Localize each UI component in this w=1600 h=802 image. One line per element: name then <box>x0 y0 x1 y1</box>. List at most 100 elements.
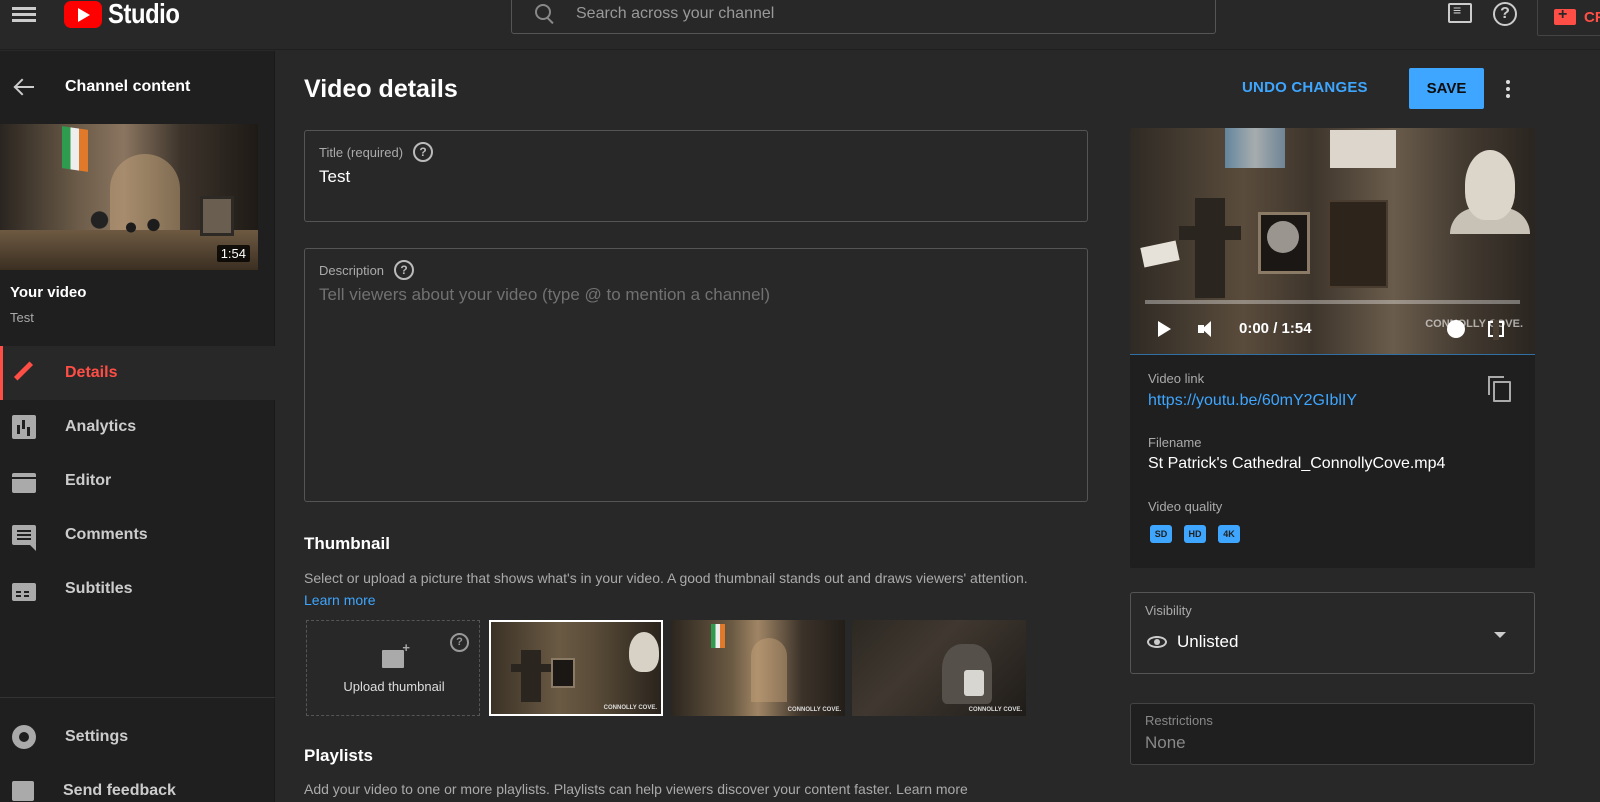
feedback-icon <box>12 781 34 801</box>
player-tablet <box>1330 130 1396 168</box>
add-image-icon <box>382 640 410 668</box>
volume-icon[interactable] <box>1198 320 1220 338</box>
title-field-label: Title (required) ? <box>319 142 434 162</box>
sidebar-item-label: Send feedback <box>63 782 176 799</box>
progress-bar[interactable] <box>1145 300 1520 304</box>
search-bar[interactable] <box>511 0 1216 34</box>
menu-icon[interactable] <box>12 5 36 25</box>
description-field[interactable]: Description ? Tell viewers about your vi… <box>304 248 1088 502</box>
sidebar-item-label: Comments <box>65 526 148 543</box>
sidebar-nav: Details Analytics Editor Comments Subtit… <box>0 346 275 616</box>
thumbnail-bust <box>629 632 659 672</box>
undo-changes-button[interactable]: UNDO CHANGES <box>1242 79 1368 96</box>
player-medallion <box>1267 221 1299 253</box>
settings-icon[interactable] <box>1447 320 1465 338</box>
studio-logo[interactable]: Studio <box>64 0 192 29</box>
description-label-text: Description <box>319 262 385 278</box>
upload-thumbnail-label: Upload thumbnail <box>343 679 445 694</box>
sidebar-divider <box>0 697 275 698</box>
description-field-label: Description ? <box>319 260 415 280</box>
eye-icon <box>1147 636 1167 648</box>
video-link[interactable]: https://youtu.be/60mY2GIblIY <box>1148 392 1357 410</box>
main-content: Video details UNDO CHANGES SAVE Title (r… <box>275 51 1600 802</box>
visibility-dropdown[interactable]: Visibility Unlisted <box>1130 592 1535 674</box>
help-icon[interactable]: ? <box>1493 2 1517 26</box>
sidebar-item-send-feedback[interactable]: Send feedback <box>0 764 275 802</box>
thumbnail-watermark: CONNOLLY COVE. <box>787 707 841 713</box>
video-duration: 1:54 <box>216 245 250 262</box>
thumbnail-watermark: CONNOLLY COVE. <box>603 705 657 711</box>
play-icon[interactable] <box>1158 321 1171 337</box>
video-link-label: Video link <box>1148 371 1205 386</box>
back-arrow-icon[interactable] <box>14 77 34 97</box>
player-plaque-dark <box>1328 200 1388 288</box>
description-input[interactable]: Tell viewers about your video (type @ to… <box>319 285 770 305</box>
player-bust <box>1465 150 1515 220</box>
thumbnail-bag <box>964 670 984 696</box>
gear-icon <box>12 725 36 749</box>
sidebar-item-label: Settings <box>65 728 129 745</box>
player-time: 0:00 / 1:54 <box>1239 320 1312 337</box>
filename: St Patrick's Cathedral_ConnollyCove.mp4 <box>1148 455 1446 472</box>
sidebar-item-settings[interactable]: Settings <box>0 710 275 764</box>
visibility-value: Unlisted <box>1177 632 1239 651</box>
restrictions-label: Restrictions <box>1145 713 1213 728</box>
thumbnail-option-3[interactable]: CONNOLLY COVE. <box>852 620 1026 716</box>
thumbnail-option-2[interactable]: CONNOLLY COVE. <box>671 620 845 716</box>
upload-thumbnail-button[interactable]: Upload thumbnail ? <box>306 620 480 716</box>
top-bar: Studio ? CR <box>0 0 1600 50</box>
video-player[interactable]: 0:00 / 1:54 CONNOLLY COVE. <box>1130 128 1535 354</box>
sidebar-item-analytics[interactable]: Analytics <box>0 400 275 454</box>
thumbnail-plaque <box>551 658 575 688</box>
thumbnail-option-1[interactable]: CONNOLLY COVE. <box>489 620 663 716</box>
sd-badge: SD <box>1150 525 1172 543</box>
player-watermark: CONNOLLY COVE. <box>1425 318 1523 330</box>
hd-badge: HD <box>1184 525 1206 543</box>
thumbnail-flag <box>62 126 88 172</box>
sidebar-item-details[interactable]: Details <box>0 346 275 400</box>
thumbnail-flag <box>711 624 725 648</box>
analytics-icon <box>12 415 36 439</box>
search-input[interactable] <box>576 5 1176 23</box>
sidebar-item-editor[interactable]: Editor <box>0 454 275 508</box>
feedback-icon[interactable] <box>1446 2 1472 26</box>
copy-icon[interactable] <box>1488 376 1511 402</box>
page-title: Video details <box>304 75 458 103</box>
youtube-play-icon <box>64 0 102 28</box>
title-input[interactable]: Test <box>319 167 350 187</box>
video-camera-icon <box>1554 6 1576 25</box>
more-options-icon[interactable] <box>1505 79 1511 99</box>
back-to-channel-content[interactable]: Channel content <box>0 69 275 105</box>
title-field[interactable]: Title (required) ? Test <box>304 130 1088 222</box>
player-cross <box>1179 198 1241 298</box>
video-thumbnail[interactable]: 1:54 <box>0 124 258 270</box>
video-preview-card: 0:00 / 1:54 CONNOLLY COVE. Video link ht… <box>1130 128 1535 568</box>
restrictions-value: None <box>1145 733 1186 752</box>
thumbnail-watermark: CONNOLLY COVE. <box>968 707 1022 713</box>
sidebar-item-label: Editor <box>65 472 112 489</box>
video-title: Test <box>10 310 34 325</box>
create-button[interactable]: CR <box>1537 0 1600 36</box>
sidebar-item-subtitles[interactable]: Subtitles <box>0 562 275 616</box>
help-icon[interactable]: ? <box>394 260 415 280</box>
quality-badges: SD HD 4K <box>1150 525 1240 543</box>
4k-badge: 4K <box>1218 525 1240 543</box>
playlists-description: Add your video to one or more playlists.… <box>304 781 968 797</box>
logo-text: Studio <box>108 0 180 29</box>
help-icon[interactable]: ? <box>450 633 469 652</box>
learn-more-link[interactable]: Learn more <box>304 592 376 608</box>
thumbnail-arch <box>751 638 787 702</box>
save-button[interactable]: SAVE <box>1409 68 1484 109</box>
comments-icon <box>12 525 36 551</box>
sidebar-item-label: Analytics <box>65 418 137 435</box>
sidebar-item-comments[interactable]: Comments <box>0 508 275 562</box>
help-icon[interactable]: ? <box>413 142 434 162</box>
search-icon[interactable] <box>534 3 556 25</box>
subtitles-icon <box>12 583 36 601</box>
fullscreen-icon[interactable] <box>1488 320 1504 340</box>
sidebar: Channel content 1:54 Your video Test Det… <box>0 51 275 802</box>
editor-icon <box>12 473 36 493</box>
create-label: CR <box>1584 8 1600 26</box>
chevron-down-icon <box>1494 632 1506 638</box>
thumbnail-people <box>86 200 176 250</box>
